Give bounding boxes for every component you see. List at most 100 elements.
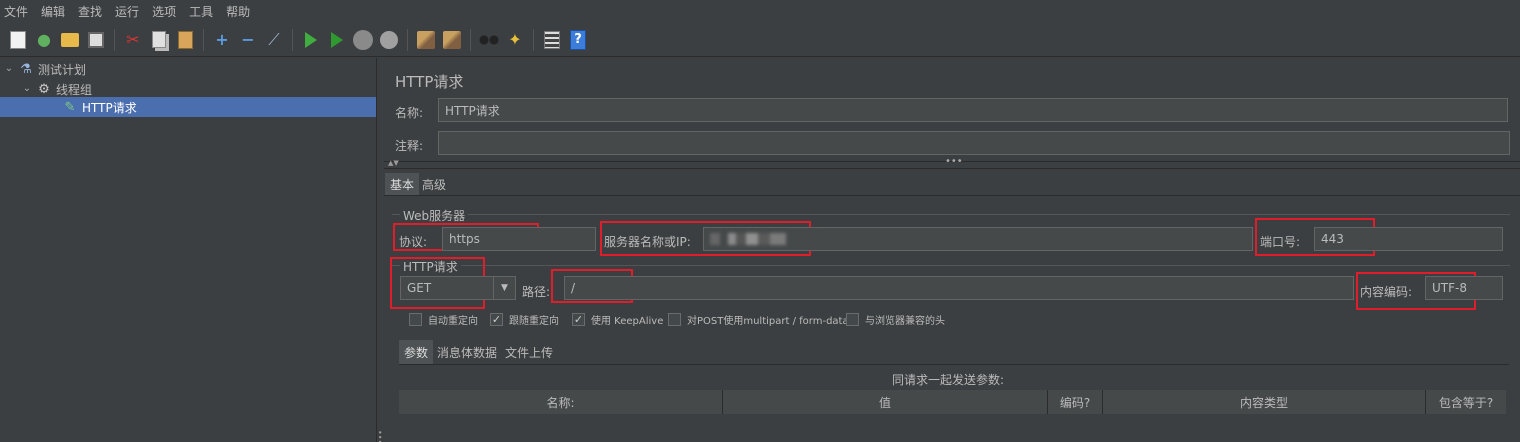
server-field[interactable] [703, 227, 1253, 251]
port-label: 端口号: [1260, 235, 1301, 249]
vertical-splitter[interactable] [376, 58, 384, 442]
header-encode[interactable]: 编码? [1048, 390, 1103, 414]
option-label: 使用 KeepAlive [591, 316, 664, 327]
test-plan-tree: ⌄ ⚗ 测试计划 ⌄ ⚙ 线程组 ✎ HTTP请求 [0, 58, 376, 442]
toolbar-separator [114, 28, 115, 51]
protocol-label: 协议: [399, 235, 428, 249]
help-icon[interactable]: ? [566, 28, 590, 52]
encoding-label: 内容编码: [1360, 285, 1413, 299]
tab-basic[interactable]: 基本 [385, 173, 420, 195]
start-no-pause-icon[interactable] [325, 28, 349, 52]
checkbox[interactable] [668, 313, 681, 326]
option-label: 自动重定向 [428, 316, 478, 327]
collapse-icon[interactable]: − [236, 28, 260, 52]
panel-title: HTTP请求 [395, 73, 464, 91]
tree-item-http-request[interactable]: ✎ HTTP请求 [0, 97, 376, 117]
redacted-server-name [710, 233, 820, 245]
templates-icon[interactable]: ● [32, 28, 56, 52]
reset-search-icon[interactable]: ✦ [503, 28, 527, 52]
option-multipart[interactable]: 对POST使用multipart / form-data [668, 312, 849, 327]
clear-all-icon[interactable] [440, 28, 464, 52]
encoding-field[interactable]: UTF-8 [1425, 276, 1503, 300]
menu-tools[interactable]: 工具 [189, 3, 220, 20]
option-label: 对POST使用multipart / form-data [687, 316, 849, 327]
toolbar: ● ✂ + − ⟋ ✦ ? [0, 23, 1520, 57]
chevron-down-icon[interactable]: ⌄ [4, 64, 14, 74]
tree-item-test-plan[interactable]: ⌄ ⚗ 测试计划 [0, 59, 376, 79]
shutdown-icon[interactable] [377, 28, 401, 52]
tab-parameters[interactable]: 参数 [399, 340, 434, 364]
comment-label: 注释: [395, 139, 424, 153]
web-server-group-title: Web服务器 [400, 207, 469, 224]
menu-edit[interactable]: 编辑 [41, 3, 72, 20]
method-value: GET [407, 281, 432, 295]
tree-item-label: 线程组 [56, 82, 93, 97]
header-include-equals[interactable]: 包含等于? [1426, 390, 1506, 414]
gear-icon: ⚙ [38, 81, 50, 97]
tab-advanced[interactable]: 高级 [417, 173, 451, 195]
stop-icon[interactable] [351, 28, 375, 52]
option-keepalive[interactable]: ✓ 使用 KeepAlive [572, 312, 663, 327]
checkbox[interactable] [846, 313, 859, 326]
cut-icon[interactable]: ✂ [121, 28, 145, 52]
pen-icon: ✎ [64, 99, 76, 115]
toolbar-separator [203, 28, 204, 51]
toolbar-separator [292, 28, 293, 51]
tree-item-thread-group[interactable]: ⌄ ⚙ 线程组 [0, 79, 376, 99]
search-icon[interactable] [477, 28, 501, 52]
save-icon[interactable] [84, 28, 108, 52]
option-label: 跟随重定向 [509, 316, 559, 327]
copy-icon[interactable] [147, 28, 171, 52]
sub-tab-underline [399, 364, 1509, 365]
expand-icon[interactable]: + [210, 28, 234, 52]
collapse-arrows-icon[interactable]: ▲▼ [388, 159, 399, 167]
clear-icon[interactable] [414, 28, 438, 52]
tab-underline [384, 195, 1520, 196]
tab-body-data[interactable]: 消息体数据 [432, 340, 502, 364]
tree-item-label: HTTP请求 [82, 100, 137, 115]
new-document-icon[interactable] [6, 28, 30, 52]
name-label: 名称: [395, 106, 424, 120]
header-name[interactable]: 名称: [399, 390, 723, 414]
server-label: 服务器名称或IP: [604, 235, 691, 249]
menu-search[interactable]: 查找 [78, 3, 109, 20]
tree-item-label: 测试计划 [38, 62, 87, 77]
menu-run[interactable]: 运行 [115, 3, 146, 20]
method-select[interactable]: GET ▼ [400, 276, 516, 300]
function-helper-icon[interactable] [540, 28, 564, 52]
menu-options[interactable]: 选项 [152, 3, 183, 20]
chevron-down-icon[interactable]: ▼ [493, 277, 515, 299]
params-caption: 同请求一起发送参数: [892, 373, 1005, 387]
toolbar-separator [533, 28, 534, 51]
params-table-body [399, 414, 1506, 442]
splitter-grip-icon: ••• [945, 156, 963, 167]
toolbar-separator [407, 28, 408, 51]
flask-icon: ⚗ [20, 61, 32, 77]
option-label: 与浏览器兼容的头 [865, 316, 945, 327]
chevron-down-icon[interactable]: ⌄ [22, 84, 32, 94]
start-icon[interactable] [299, 28, 323, 52]
toggle-icon[interactable]: ⟋ [262, 28, 286, 52]
menu-help[interactable]: 帮助 [226, 3, 257, 20]
name-field[interactable]: HTTP请求 [438, 98, 1508, 122]
option-browser-headers[interactable]: 与浏览器兼容的头 [846, 312, 945, 327]
checkbox[interactable]: ✓ [572, 313, 585, 326]
horizontal-splitter[interactable]: ▲▼ ••• [384, 156, 1520, 169]
option-auto-redirect[interactable]: 自动重定向 [409, 312, 478, 327]
menu-bar: 文件 编辑 查找 运行 选项 工具 帮助 [0, 0, 1520, 22]
http-request-panel: HTTP请求 名称: HTTP请求 注释: ▲▼ ••• 基本 高级 Web服务… [375, 58, 1520, 442]
port-field[interactable]: 443 [1314, 227, 1503, 251]
protocol-field[interactable]: https [442, 227, 596, 251]
checkbox[interactable]: ✓ [490, 313, 503, 326]
option-follow-redirect[interactable]: ✓ 跟随重定向 [490, 312, 559, 327]
toolbar-separator [470, 28, 471, 51]
paste-icon[interactable] [173, 28, 197, 52]
header-content-type[interactable]: 内容类型 [1103, 390, 1426, 414]
menu-file[interactable]: 文件 [4, 3, 35, 20]
comment-field[interactable] [438, 131, 1510, 155]
tab-file-upload[interactable]: 文件上传 [500, 340, 558, 364]
open-icon[interactable] [58, 28, 82, 52]
header-value[interactable]: 值 [723, 390, 1048, 414]
path-field[interactable]: / [564, 276, 1354, 300]
checkbox[interactable] [409, 313, 422, 326]
